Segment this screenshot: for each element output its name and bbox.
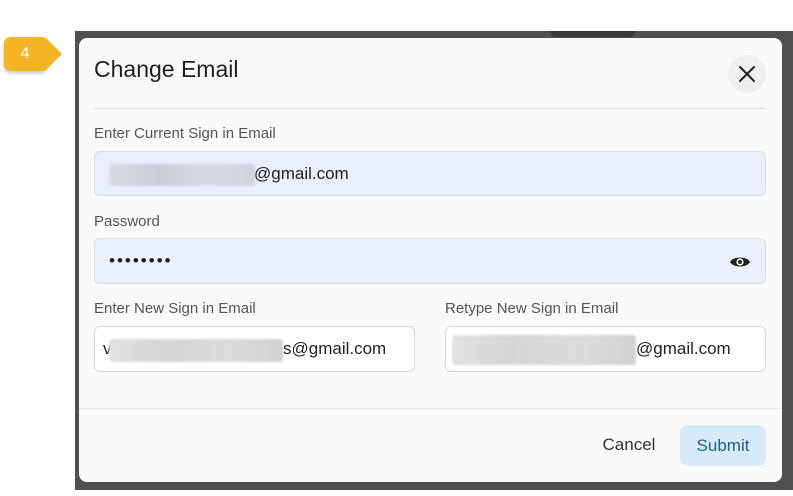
redacted-text xyxy=(452,335,636,365)
new-email-label: Enter New Sign in Email xyxy=(94,300,256,317)
close-icon xyxy=(739,66,755,82)
step-number: 4 xyxy=(20,45,30,62)
password-value: •••••••• xyxy=(109,251,173,270)
retype-email-field[interactable]: @gmail.com xyxy=(445,326,766,372)
retype-email-label: Retype New Sign in Email xyxy=(445,300,619,317)
redacted-text xyxy=(109,164,255,186)
cancel-button[interactable]: Cancel xyxy=(591,425,667,465)
redacted-text xyxy=(109,339,283,362)
eye-icon xyxy=(730,257,750,267)
dialog-title: Change Email xyxy=(94,56,239,82)
current-email-field[interactable]: @gmail.com xyxy=(94,151,766,196)
footer-divider xyxy=(79,408,782,409)
step-badge: 4 xyxy=(4,37,62,71)
close-button[interactable] xyxy=(728,55,766,93)
submit-button[interactable]: Submit xyxy=(680,425,766,466)
new-email-field[interactable]: v s@gmail.com xyxy=(94,326,415,372)
header-divider xyxy=(94,108,766,109)
new-email-suffix: s@gmail.com xyxy=(283,339,387,358)
current-email-label: Enter Current Sign in Email xyxy=(94,125,276,142)
retype-email-domain: @gmail.com xyxy=(636,339,731,358)
change-email-dialog: Change Email Enter Current Sign in Email… xyxy=(79,38,782,482)
toggle-password-visibility[interactable] xyxy=(728,251,752,273)
current-email-domain: @gmail.com xyxy=(254,163,349,183)
password-label: Password xyxy=(94,213,160,230)
password-field[interactable]: •••••••• xyxy=(94,238,766,284)
backdrop-detail xyxy=(550,31,635,37)
